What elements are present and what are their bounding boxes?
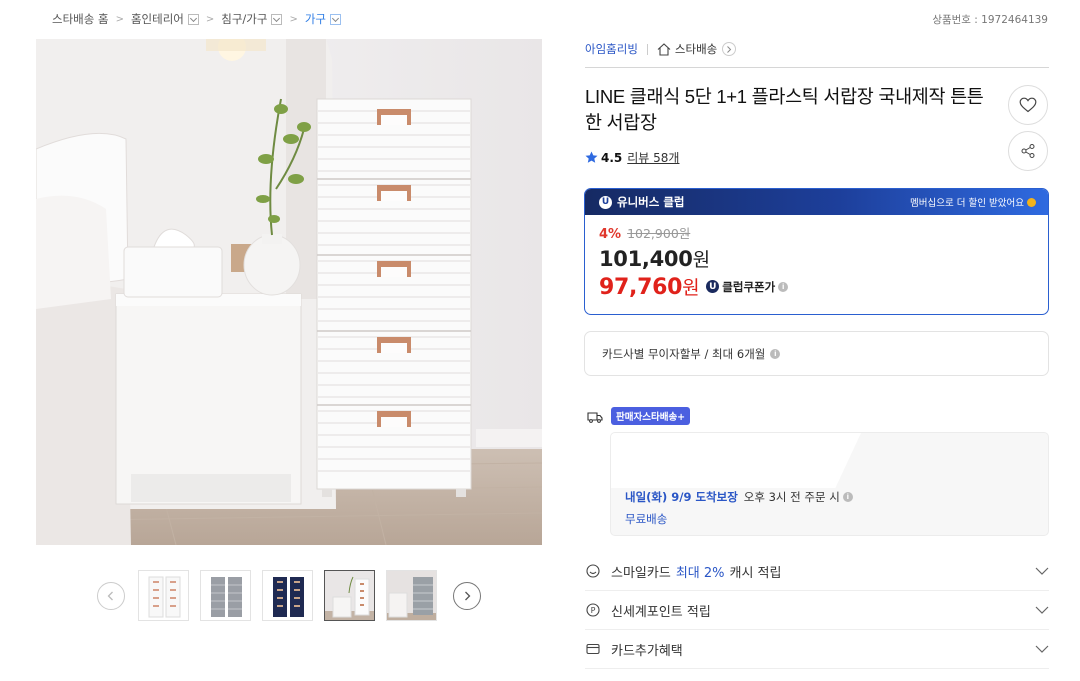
point-icon: P bbox=[585, 602, 601, 618]
installment-info[interactable]: 카드사별 무이자할부 / 최대 6개월 i bbox=[584, 331, 1049, 376]
product-title: LINE 클래식 5단 1+1 플라스틱 서랍장 국내제작 튼튼한 서랍장 bbox=[585, 86, 984, 133]
seller-info: 아임홈리빙 스타배송 bbox=[585, 41, 737, 57]
dropdown-icon[interactable] bbox=[187, 13, 199, 25]
share-button[interactable] bbox=[1008, 131, 1048, 171]
benefit-smilecard[interactable]: 스마일카드 최대 2% 캐시 적립 bbox=[585, 552, 1049, 591]
breadcrumb-furniture[interactable]: 가구 bbox=[305, 11, 342, 27]
share-icon bbox=[1021, 144, 1035, 158]
credit-card-icon bbox=[585, 641, 601, 657]
order-cutoff: 오후 3시 전 주문 시 bbox=[743, 490, 840, 504]
info-icon[interactable]: i bbox=[778, 281, 789, 292]
chevron-down-icon[interactable] bbox=[1035, 567, 1049, 575]
star-delivery-link[interactable]: 스타배송 bbox=[657, 41, 737, 57]
thumbnail-list bbox=[138, 570, 437, 621]
delivery-box: 내일(화) 9/9 도착보장 오후 3시 전 주문 시 i 무료배송 bbox=[610, 432, 1049, 536]
club-price-box: U 유니버스 클럽 멤버십으로 더 할인 받았어요 4% 102,900원 10… bbox=[584, 188, 1049, 315]
star-icon bbox=[585, 151, 598, 163]
club-promo: 멤버십으로 더 할인 받았어요 bbox=[910, 198, 1024, 209]
home-icon bbox=[657, 42, 671, 56]
chevron-right-icon bbox=[465, 591, 471, 601]
smile-card-icon bbox=[585, 563, 601, 579]
currency-unit: 원 bbox=[692, 249, 710, 271]
dropdown-icon[interactable] bbox=[271, 13, 283, 25]
delivery-arrival: 내일(화) 9/9 도착보장 오후 3시 전 주문 시 i bbox=[625, 489, 853, 505]
chevron-right-icon[interactable] bbox=[722, 42, 737, 56]
seller-star-delivery-badge: 판매자스타배송+ bbox=[611, 407, 691, 425]
benefit-shinsegae-point[interactable]: P 신세계포인트 적립 bbox=[585, 591, 1049, 630]
free-shipping: 무료배송 bbox=[625, 512, 668, 526]
installment-text: 카드사별 무이자할부 / 최대 6개월 bbox=[602, 346, 766, 361]
thumbnail-white-dresser[interactable] bbox=[138, 570, 189, 621]
currency-unit: 원 bbox=[682, 277, 700, 299]
svg-text:P: P bbox=[591, 606, 596, 615]
dropdown-icon[interactable] bbox=[330, 13, 342, 25]
breadcrumb-label[interactable]: 홈인테리어 bbox=[131, 11, 184, 27]
chevron-right-icon: > bbox=[205, 13, 215, 25]
decorative-shape bbox=[611, 433, 861, 488]
universe-club-icon: U bbox=[706, 280, 720, 293]
benefit-label: 신세계포인트 적립 bbox=[611, 604, 711, 620]
chevron-left-icon bbox=[107, 591, 113, 601]
club-name: 유니버스 클럽 bbox=[617, 195, 685, 209]
info-icon[interactable]: i bbox=[842, 492, 853, 502]
rating: 4.5 리뷰 58개 bbox=[585, 149, 679, 166]
club-price-value: 97,760 bbox=[599, 275, 683, 300]
sale-price-value: 101,400 bbox=[599, 247, 693, 271]
truck-icon bbox=[587, 408, 603, 427]
breadcrumb-home-label[interactable]: 스타배송 홈 bbox=[52, 11, 109, 27]
rating-score: 4.5 bbox=[601, 150, 623, 165]
breadcrumb-label[interactable]: 침구/가구 bbox=[221, 11, 267, 27]
club-coupon-label[interactable]: U 클럽쿠폰가 i bbox=[706, 279, 789, 295]
club-header[interactable]: U 유니버스 클럽 멤버십으로 더 할인 받았어요 bbox=[585, 189, 1048, 215]
breadcrumb-label[interactable]: 가구 bbox=[305, 11, 326, 27]
divider bbox=[585, 67, 1049, 68]
thumbnail-next-button[interactable] bbox=[453, 582, 481, 610]
breadcrumb: 스타배송 홈 > 홈인테리어 > 침구/가구 > 가구 bbox=[52, 11, 342, 27]
review-link[interactable]: 리뷰 58개 bbox=[627, 149, 679, 166]
thumbnail-navy-dresser[interactable] bbox=[262, 570, 313, 621]
chevron-down-icon[interactable] bbox=[1035, 645, 1049, 653]
discount-line: 4% 102,900원 bbox=[599, 223, 1034, 242]
club-price: 97,760원 bbox=[599, 273, 700, 300]
chevron-down-icon[interactable] bbox=[1035, 606, 1049, 614]
thumbnail-prev-button[interactable] bbox=[97, 582, 125, 610]
coin-icon bbox=[1027, 197, 1036, 207]
thumbnail-room-scene[interactable] bbox=[324, 570, 375, 621]
star-delivery-label[interactable]: 스타배송 bbox=[675, 41, 717, 57]
universe-club-icon: U bbox=[599, 195, 612, 209]
thumbnail-gray-dresser[interactable] bbox=[200, 570, 251, 621]
product-number: 상품번호 : 1972464139 bbox=[932, 14, 1048, 26]
original-price: 102,900원 bbox=[627, 226, 691, 241]
benefit-label: 스마일카드 bbox=[611, 565, 671, 581]
heart-icon bbox=[1019, 97, 1037, 113]
arrival-guarantee: 내일(화) 9/9 도착보장 bbox=[625, 490, 738, 504]
breadcrumb-bedding-furniture[interactable]: 침구/가구 bbox=[221, 11, 283, 27]
chevron-right-icon: > bbox=[289, 13, 298, 25]
breadcrumb-home-interior[interactable]: 홈인테리어 bbox=[131, 11, 199, 27]
breadcrumb-home[interactable]: 스타배송 홈 bbox=[52, 11, 109, 27]
benefit-highlight: 최대 2% bbox=[675, 565, 725, 581]
benefit-label-suffix: 캐시 적립 bbox=[729, 565, 782, 581]
product-main-image bbox=[36, 39, 542, 545]
info-icon[interactable]: i bbox=[770, 348, 781, 359]
thumbnail-room-scene-2[interactable] bbox=[386, 570, 437, 621]
discount-percent: 4% bbox=[599, 227, 622, 242]
chevron-right-icon: > bbox=[115, 13, 124, 25]
divider bbox=[646, 43, 648, 55]
sale-price: 101,400원 bbox=[599, 245, 1034, 272]
club-coupon-text: 클럽쿠폰가 bbox=[722, 279, 776, 294]
seller-name[interactable]: 아임홈리빙 bbox=[585, 41, 638, 57]
benefit-card-extra[interactable]: 카드추가혜택 bbox=[585, 630, 1049, 669]
benefit-label: 카드추가혜택 bbox=[611, 643, 683, 659]
like-button[interactable] bbox=[1008, 85, 1048, 125]
